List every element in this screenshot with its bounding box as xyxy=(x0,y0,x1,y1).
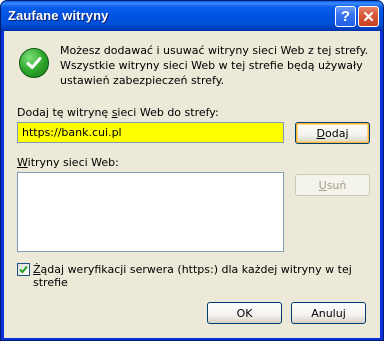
help-button[interactable]: ? xyxy=(335,6,356,27)
ok-button-label: OK xyxy=(236,306,253,320)
add-site-label: Dodaj tę witrynę sieci Web do strefy: xyxy=(17,106,219,119)
sites-list-label: Witryny sieci Web: xyxy=(17,156,119,169)
info-message: Możesz dodawać i usuwać witryny sieci We… xyxy=(60,43,370,88)
dialog-body: Możesz dodawać i usuwać witryny sieci We… xyxy=(4,31,380,338)
checkbox-check-icon xyxy=(19,265,28,274)
cancel-button-label: Anuluj xyxy=(311,306,346,320)
add-button[interactable]: Dodaj xyxy=(295,122,370,144)
https-verify-label[interactable]: Żądaj weryfikacji serwera (https:) dla k… xyxy=(33,263,380,289)
add-button-accesskey: D xyxy=(316,126,325,140)
check-mark-glyph xyxy=(26,57,42,69)
info-line-1: Możesz dodawać i usuwać witryny sieci We… xyxy=(60,44,369,57)
sites-listbox[interactable] xyxy=(17,172,284,252)
remove-button-label: suń xyxy=(326,178,347,192)
remove-button-accesskey: U xyxy=(318,178,327,192)
cancel-button[interactable]: Anuluj xyxy=(291,302,366,324)
check-icon xyxy=(19,48,49,78)
https-verify-checkbox[interactable] xyxy=(17,263,30,276)
https-verify-label-accesskey: Ż xyxy=(33,263,41,276)
sites-list-label-accesskey: W xyxy=(17,156,28,169)
title-bar[interactable]: Zaufane witryny ? ✕ xyxy=(1,1,383,31)
add-site-input[interactable] xyxy=(17,122,284,143)
trusted-sites-dialog: Zaufane witryny ? ✕ Możesz dodawać i usu… xyxy=(0,0,384,341)
sites-list-label-text: itryny sieci Web: xyxy=(27,156,119,169)
https-verify-label-text: ądaj weryfikacji serwera (https:) dla ka… xyxy=(33,263,352,289)
info-line-3: ustawień zabezpieczeń strefy. xyxy=(60,74,225,87)
ok-button[interactable]: OK xyxy=(207,302,282,324)
close-icon: ✕ xyxy=(362,8,375,26)
window-title: Zaufane witryny xyxy=(8,8,109,23)
help-icon: ? xyxy=(340,8,351,25)
remove-button[interactable]: Usuń xyxy=(295,174,370,196)
close-button[interactable]: ✕ xyxy=(358,6,379,27)
add-site-label-post: ieci Web do strefy: xyxy=(117,106,219,119)
info-line-2: Wszystkie witryny sieci Web w tej strefi… xyxy=(60,59,363,72)
add-site-label-pre: Dodaj tę witrynę xyxy=(17,106,112,119)
add-button-label: odaj xyxy=(324,126,349,140)
